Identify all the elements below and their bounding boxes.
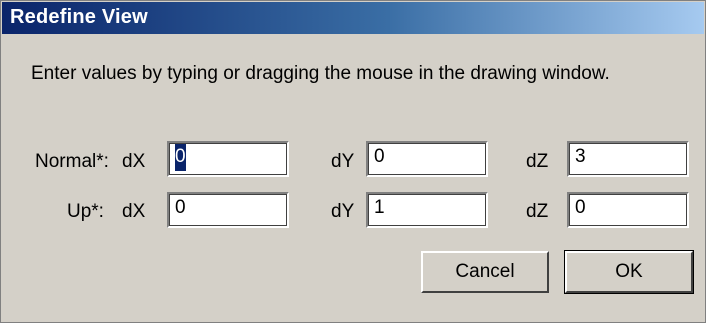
up-dy-label: dY xyxy=(331,201,355,222)
normal-dy-value: 0 xyxy=(374,146,385,167)
instructions-text: Enter values by typing or dragging the m… xyxy=(31,63,610,84)
normal-dy-field[interactable]: 0 xyxy=(366,141,488,177)
ok-button[interactable]: OK xyxy=(564,250,694,294)
redefine-view-dialog: Redefine View Enter values by typing or … xyxy=(0,0,706,323)
up-dz-field[interactable]: 0 xyxy=(567,192,689,228)
normal-dx-value: 0 xyxy=(175,143,186,171)
normal-dz-field[interactable]: 3 xyxy=(567,141,689,177)
up-dz-value: 0 xyxy=(575,197,586,218)
normal-dz-value: 3 xyxy=(575,146,586,167)
cancel-button[interactable]: Cancel xyxy=(421,251,549,293)
normal-dx-field[interactable]: 0 xyxy=(167,141,289,177)
normal-dz-label: dZ xyxy=(526,151,549,172)
normal-dy-label: dY xyxy=(331,151,355,172)
up-dx-label: dX xyxy=(122,201,146,222)
normal-dx-label: dX xyxy=(122,151,146,172)
up-dz-label: dZ xyxy=(526,201,549,222)
up-dy-field[interactable]: 1 xyxy=(366,192,488,228)
dialog-title: Redefine View xyxy=(10,6,148,28)
up-dx-value: 0 xyxy=(175,197,186,218)
normal-row-label: Normal*: xyxy=(35,151,109,172)
title-bar[interactable]: Redefine View xyxy=(2,2,704,34)
up-dx-field[interactable]: 0 xyxy=(167,192,289,228)
up-row-label: Up*: xyxy=(67,201,104,222)
up-dy-value: 1 xyxy=(374,197,385,218)
